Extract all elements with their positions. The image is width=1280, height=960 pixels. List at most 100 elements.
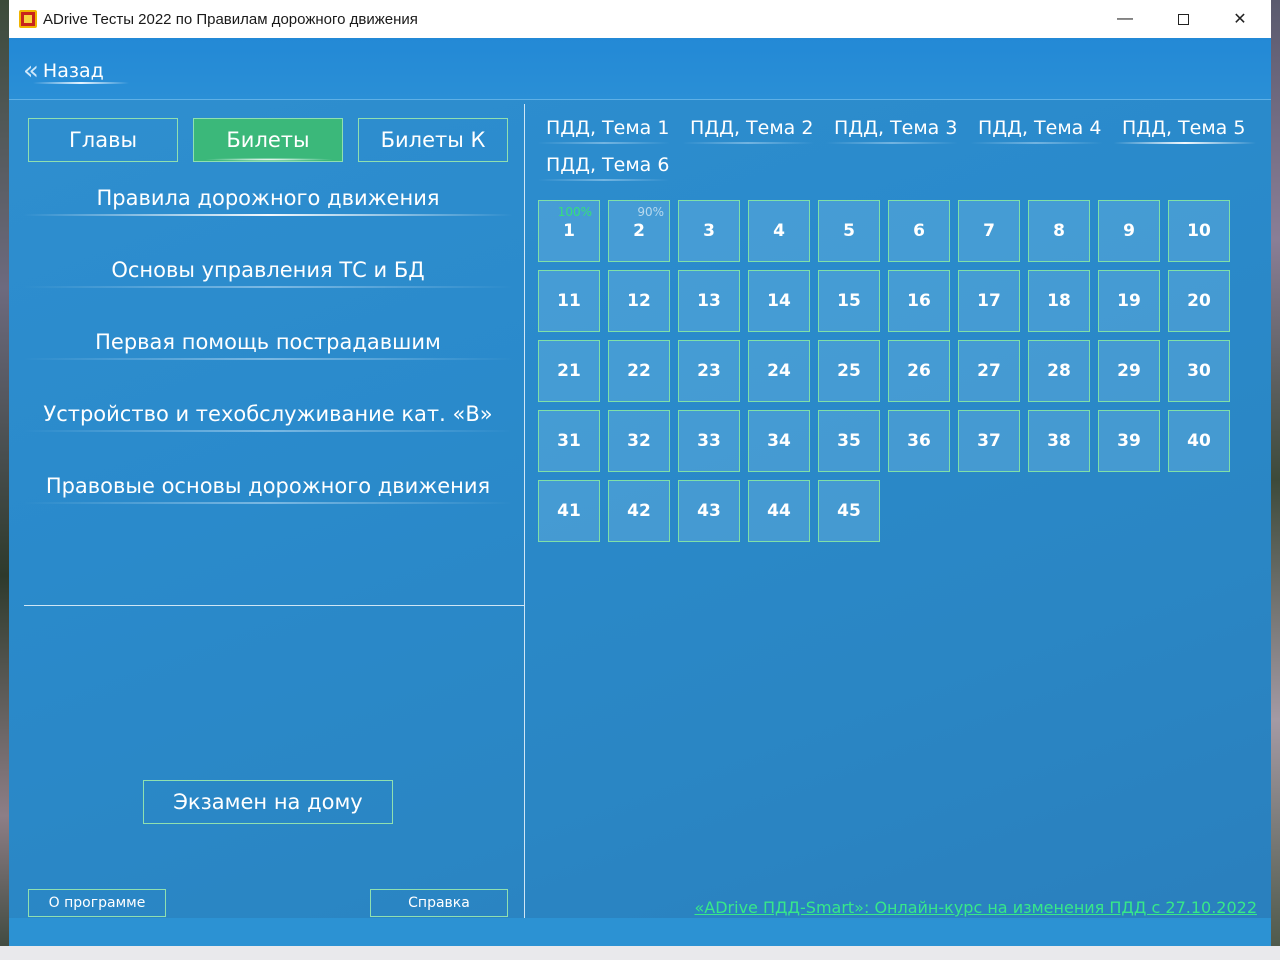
ticket-number: 2: [633, 221, 645, 241]
left-panel: Главы Билеты Билеты К Правила дорожного …: [9, 100, 524, 918]
ticket-button[interactable]: 29: [1098, 340, 1160, 402]
ticket-button[interactable]: 21: [538, 340, 600, 402]
ticket-number: 30: [1187, 361, 1211, 381]
category-traffic-rules[interactable]: Правила дорожного движения: [23, 178, 513, 218]
ticket-number: 44: [767, 501, 791, 521]
category-underline: [23, 286, 513, 288]
topic-tab-3[interactable]: ПДД, Тема 3: [834, 117, 957, 139]
ticket-number: 4: [773, 221, 785, 241]
ticket-number: 40: [1187, 431, 1211, 451]
ticket-number: 37: [977, 431, 1001, 451]
ticket-button[interactable]: 30: [1168, 340, 1230, 402]
ticket-button[interactable]: 35: [818, 410, 880, 472]
ticket-button[interactable]: 9: [1098, 200, 1160, 262]
ticket-button[interactable]: 16: [888, 270, 950, 332]
topic-underline: [682, 142, 814, 144]
ticket-number: 14: [767, 291, 791, 311]
ticket-button[interactable]: 5: [818, 200, 880, 262]
ticket-button[interactable]: 11: [538, 270, 600, 332]
ticket-number: 15: [837, 291, 861, 311]
ticket-button[interactable]: 17: [958, 270, 1020, 332]
ticket-button[interactable]: 8: [1028, 200, 1090, 262]
ticket-button[interactable]: 39: [1098, 410, 1160, 472]
ticket-button[interactable]: 12: [608, 270, 670, 332]
ticket-number: 27: [977, 361, 1001, 381]
tab-chapters[interactable]: Главы: [28, 118, 178, 162]
category-driving-basics[interactable]: Основы управления ТС и БД: [23, 250, 513, 290]
ticket-button[interactable]: 15: [818, 270, 880, 332]
ticket-button[interactable]: 36: [888, 410, 950, 472]
ticket-progress: 100%: [557, 205, 592, 219]
ticket-button[interactable]: 4: [748, 200, 810, 262]
ticket-button[interactable]: 28: [1028, 340, 1090, 402]
help-button[interactable]: Справка: [370, 889, 508, 917]
ticket-number: 11: [557, 291, 581, 311]
ticket-button[interactable]: 90% 2: [608, 200, 670, 262]
promo-course-link[interactable]: «ADrive ПДД-Smart»: Онлайн-курс на измен…: [695, 898, 1258, 917]
ticket-button[interactable]: 25: [818, 340, 880, 402]
ticket-number: 26: [907, 361, 931, 381]
topic-tab-2[interactable]: ПДД, Тема 2: [690, 117, 813, 139]
ticket-number: 34: [767, 431, 791, 451]
title-bar: ADrive Тесты 2022 по Правилам дорожного …: [9, 0, 1271, 38]
ticket-button[interactable]: 10: [1168, 200, 1230, 262]
right-panel: ПДД, Тема 1 ПДД, Тема 2 ПДД, Тема 3 ПДД,…: [525, 100, 1271, 918]
ticket-button[interactable]: 27: [958, 340, 1020, 402]
about-button[interactable]: О программе: [28, 889, 166, 917]
app-content: « Назад Главы Билеты Билеты К Правила до…: [9, 38, 1271, 946]
ticket-number: 32: [627, 431, 651, 451]
ticket-button[interactable]: 45: [818, 480, 880, 542]
ticket-number: 33: [697, 431, 721, 451]
ticket-button[interactable]: 7: [958, 200, 1020, 262]
tab-tickets-k[interactable]: Билеты К: [358, 118, 508, 162]
home-exam-button[interactable]: Экзамен на дому: [143, 780, 393, 824]
ticket-number: 6: [913, 221, 925, 241]
ticket-button[interactable]: 33: [678, 410, 740, 472]
topic-tab-4[interactable]: ПДД, Тема 4: [978, 117, 1101, 139]
ticket-number: 31: [557, 431, 581, 451]
category-legal-basics[interactable]: Правовые основы дорожного движения: [23, 466, 513, 506]
ticket-button[interactable]: 41: [538, 480, 600, 542]
ticket-button[interactable]: 23: [678, 340, 740, 402]
category-first-aid[interactable]: Первая помощь пострадавшим: [23, 322, 513, 362]
minimize-button[interactable]: —: [1096, 0, 1154, 38]
ticket-button[interactable]: 42: [608, 480, 670, 542]
topic-tab-6[interactable]: ПДД, Тема 6: [546, 154, 669, 176]
ticket-button[interactable]: 31: [538, 410, 600, 472]
ticket-button[interactable]: 14: [748, 270, 810, 332]
tab-tickets[interactable]: Билеты: [193, 118, 343, 162]
topic-tab-5[interactable]: ПДД, Тема 5: [1122, 117, 1245, 139]
ticket-button[interactable]: 26: [888, 340, 950, 402]
topic-underline: [538, 179, 670, 181]
bottom-strip: [9, 918, 1271, 946]
ticket-button[interactable]: 24: [748, 340, 810, 402]
ticket-button[interactable]: 37: [958, 410, 1020, 472]
ticket-number: 16: [907, 291, 931, 311]
close-button[interactable]: ✕: [1211, 0, 1269, 38]
ticket-button[interactable]: 43: [678, 480, 740, 542]
ticket-button[interactable]: 38: [1028, 410, 1090, 472]
ticket-button[interactable]: 34: [748, 410, 810, 472]
app-logo-icon: [19, 10, 37, 28]
ticket-button[interactable]: 22: [608, 340, 670, 402]
ticket-button[interactable]: 13: [678, 270, 740, 332]
ticket-number: 35: [837, 431, 861, 451]
ticket-button[interactable]: 40: [1168, 410, 1230, 472]
ticket-button[interactable]: 20: [1168, 270, 1230, 332]
maximize-button[interactable]: [1154, 0, 1212, 38]
ticket-number: 39: [1117, 431, 1141, 451]
ticket-button[interactable]: 19: [1098, 270, 1160, 332]
ticket-button[interactable]: 6: [888, 200, 950, 262]
ticket-number: 19: [1117, 291, 1141, 311]
ticket-button[interactable]: 18: [1028, 270, 1090, 332]
ticket-number: 38: [1047, 431, 1071, 451]
ticket-number: 17: [977, 291, 1001, 311]
ticket-button[interactable]: 32: [608, 410, 670, 472]
top-navigation: « Назад: [9, 38, 1271, 100]
ticket-number: 25: [837, 361, 861, 381]
topic-tab-1[interactable]: ПДД, Тема 1: [546, 117, 669, 139]
ticket-button[interactable]: 44: [748, 480, 810, 542]
ticket-button[interactable]: 100% 1: [538, 200, 600, 262]
ticket-button[interactable]: 3: [678, 200, 740, 262]
category-vehicle-maintenance[interactable]: Устройство и техобслуживание кат. «В»: [23, 394, 513, 434]
